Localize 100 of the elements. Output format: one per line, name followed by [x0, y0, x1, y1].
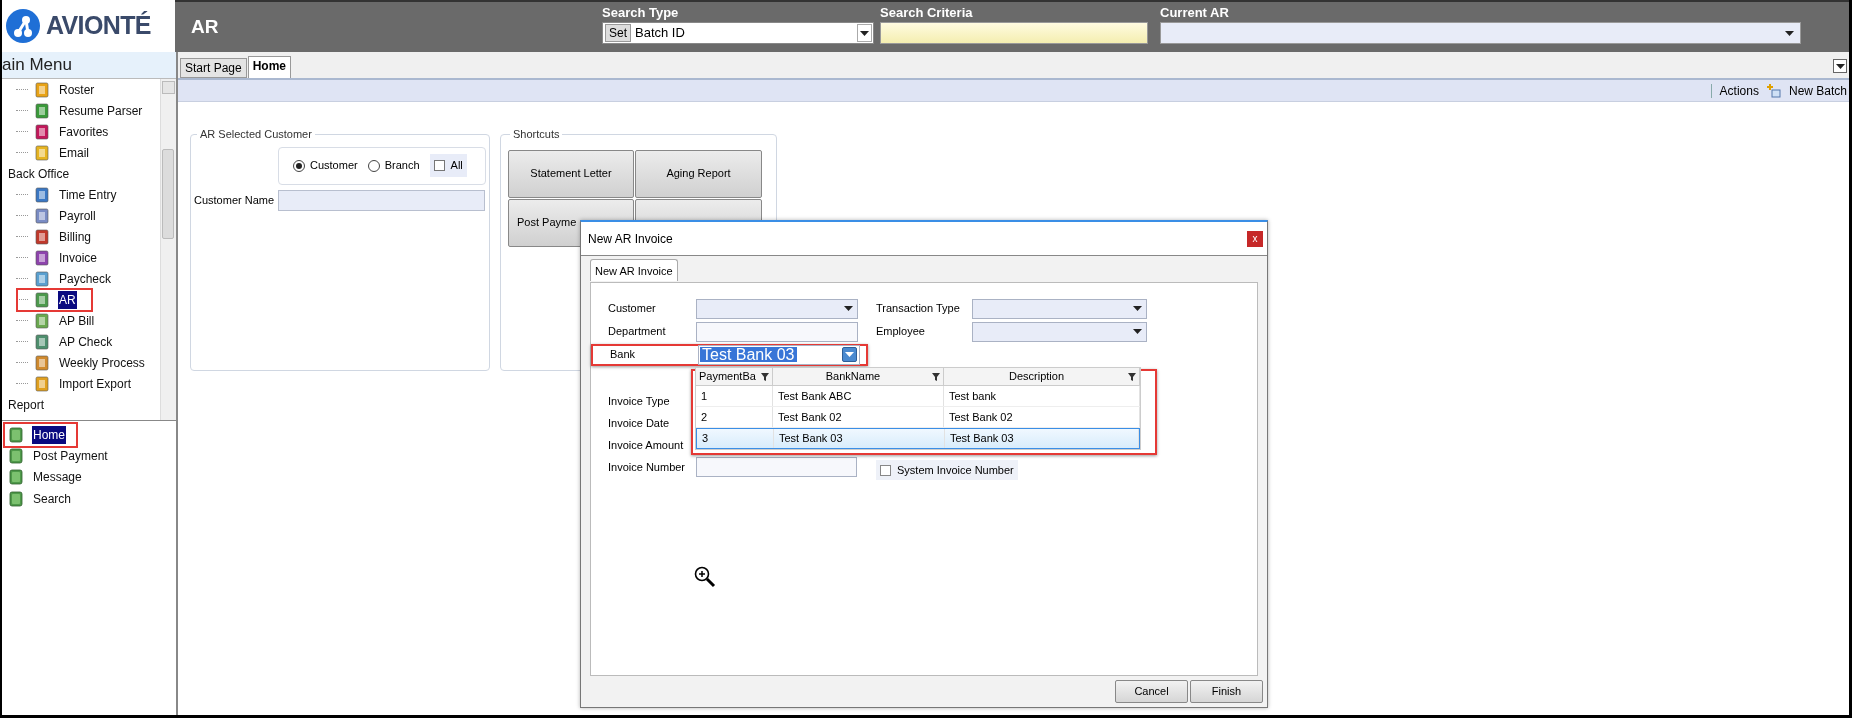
table-cell: Test bank	[944, 386, 1140, 406]
tab[interactable]: New AR Invoice	[590, 259, 678, 281]
checkbox[interactable]: All	[429, 154, 467, 177]
input-field[interactable]	[696, 457, 857, 477]
table-cell: Test Bank 03	[774, 429, 945, 448]
menu-item[interactable]: Resume Parser	[58, 101, 144, 120]
combo-box[interactable]	[972, 321, 1147, 342]
radio-button[interactable]: Branch	[367, 157, 420, 174]
column-header[interactable]: PaymentBa	[696, 368, 773, 385]
book-icon	[8, 469, 24, 486]
menu-item[interactable]: Home	[32, 425, 66, 444]
field-label: Invoice Type	[608, 393, 671, 409]
menu-item[interactable]: Time Entry	[58, 185, 118, 204]
group-title: AR Selected Customer	[199, 127, 313, 142]
combo-box[interactable]	[972, 298, 1147, 319]
caret-icon	[1133, 329, 1142, 334]
menu-item[interactable]: Paycheck	[58, 269, 113, 288]
book-icon	[8, 490, 24, 507]
table-cell: Test Bank ABC	[773, 386, 944, 406]
radio-button[interactable]: Customer	[293, 157, 358, 174]
search-criteria-field[interactable]	[880, 22, 1148, 44]
menu-item[interactable]: Roster	[58, 80, 96, 99]
shortcut-button[interactable]: Statement Letter	[508, 149, 634, 198]
table-cell: Test Bank 02	[773, 407, 944, 427]
field-label: Bank	[610, 347, 637, 363]
dialog-button[interactable]: Cancel	[1115, 680, 1188, 703]
input-field[interactable]	[696, 321, 858, 342]
table-cell: 2	[696, 407, 773, 427]
field-label: Search Criteria	[880, 4, 974, 22]
module-icon	[34, 312, 50, 329]
combo-box[interactable]: Test Bank 03	[698, 344, 860, 365]
column-header[interactable]: Description	[944, 368, 1140, 385]
tab[interactable]: Start Page	[180, 58, 247, 78]
module-icon	[34, 123, 50, 140]
module-icon	[34, 375, 50, 392]
menu-item[interactable]: AP Bill	[58, 311, 96, 330]
group-label[interactable]: Report	[8, 395, 45, 414]
group-label[interactable]: Back Office	[8, 164, 70, 183]
filter-icon[interactable]	[1128, 372, 1136, 381]
menu-item[interactable]: AP Check	[58, 332, 114, 351]
caret-icon	[1785, 30, 1794, 36]
module-icon	[34, 207, 50, 224]
module-icon	[34, 186, 50, 203]
module-icon	[34, 333, 50, 350]
zoom-cursor-icon	[694, 566, 716, 588]
table-cell: Test Bank 02	[944, 407, 1140, 427]
new-item-icon	[1766, 83, 1781, 98]
sidebar-header: ain Menu	[2, 52, 176, 79]
tab[interactable]: Home	[247, 56, 292, 78]
checkbox[interactable]: System Invoice Number	[876, 460, 1018, 480]
menu-item[interactable]: AR	[58, 290, 77, 309]
field-label: Employee	[876, 324, 926, 340]
caret-icon	[845, 352, 854, 357]
module-icon	[34, 228, 50, 245]
field-label: Department	[608, 324, 667, 340]
menu-item[interactable]: Payroll	[58, 206, 97, 225]
caret-icon	[1835, 63, 1845, 69]
table-cell: 3	[697, 429, 774, 448]
field-label: Invoice Amount	[608, 437, 685, 453]
actions-menu[interactable]: Actions	[1719, 81, 1759, 100]
menu-item[interactable]: Message	[32, 468, 83, 487]
search-type-select[interactable]: Set Batch ID	[602, 22, 874, 44]
table-row[interactable]: 1 Test Bank ABC Test bank	[696, 386, 1140, 407]
shortcut-button[interactable]: Aging Report	[635, 149, 762, 198]
menu-item[interactable]: Weekly Process	[58, 353, 146, 372]
field-label: Customer	[608, 301, 657, 317]
field-label: Search Type	[602, 4, 680, 22]
menu-item[interactable]: Invoice	[58, 248, 99, 267]
table-cell: Test Bank 03	[945, 429, 1139, 448]
book-icon	[8, 426, 24, 443]
menu-item[interactable]: Import Export	[58, 374, 133, 393]
field-label: Invoice Date	[608, 415, 671, 431]
module-title: AR	[191, 14, 219, 39]
logo-text: AVIONTÉ	[46, 10, 151, 42]
menu-item[interactable]: Email	[58, 143, 90, 162]
caret-icon	[860, 30, 869, 36]
field-label: Current AR	[1160, 4, 1230, 22]
book-icon	[8, 448, 24, 465]
menu-item[interactable]: Post Payment	[32, 447, 109, 466]
logo-icon	[6, 9, 40, 43]
dropdown-button[interactable]	[1833, 59, 1847, 73]
column-header[interactable]: BankName	[773, 368, 944, 385]
module-icon	[34, 144, 50, 161]
menu-item[interactable]: Favorites	[58, 122, 110, 141]
filter-icon[interactable]	[932, 372, 940, 381]
combo-box[interactable]	[696, 298, 858, 319]
new-batch-button[interactable]: New Batch	[1788, 81, 1847, 100]
current-ar-select[interactable]	[1160, 22, 1801, 44]
table-row[interactable]: 3 Test Bank 03 Test Bank 03	[696, 428, 1140, 449]
filter-icon[interactable]	[761, 372, 769, 381]
customer-name-field[interactable]	[278, 189, 485, 211]
field-label: Transaction Type	[876, 301, 961, 317]
menu-item[interactable]: Billing	[58, 227, 92, 246]
module-icon	[34, 249, 50, 266]
dialog-button[interactable]: Finish	[1190, 680, 1263, 703]
close-button[interactable]: x	[1247, 230, 1263, 247]
field-label: Customer Name	[194, 192, 276, 208]
scrollbar[interactable]	[159, 79, 176, 420]
table-cell: 1	[696, 386, 773, 406]
menu-item[interactable]: Search	[32, 489, 73, 508]
